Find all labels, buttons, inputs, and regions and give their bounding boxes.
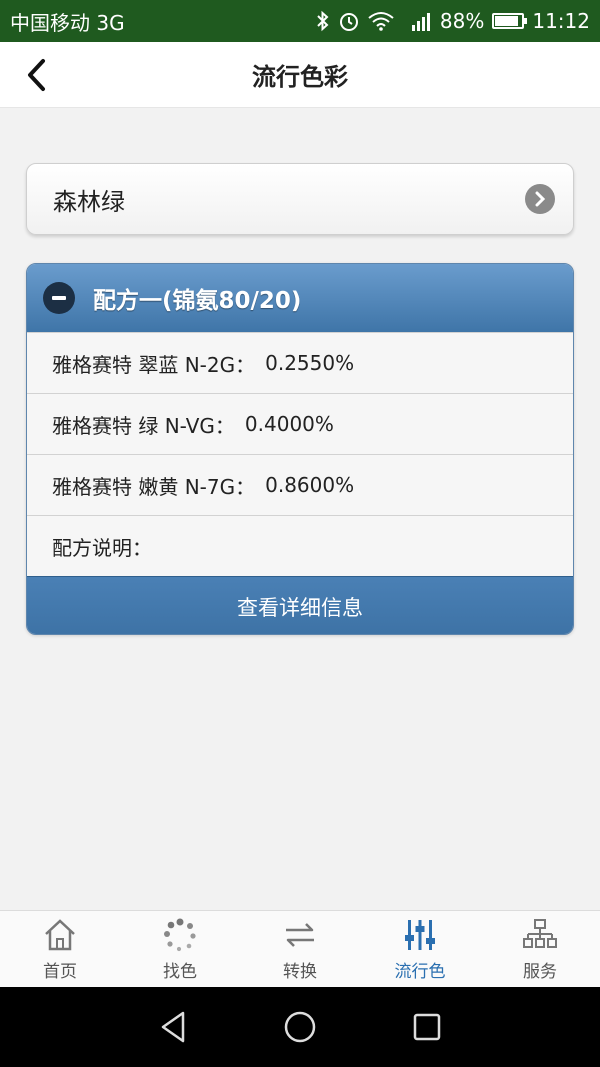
formula-card: 配方一(锦氨80/20) 雅格赛特 翠蓝 N-2G： 0.2550% 雅格赛特 … <box>26 263 574 635</box>
carrier-label: 中国移动 3G <box>10 10 125 35</box>
dye-name: 雅格赛特 翠蓝 N-2G： <box>52 352 256 377</box>
nav-bar: 流行色彩 <box>0 42 600 108</box>
tab-convert[interactable]: 转换 <box>240 911 360 987</box>
tab-trend-color[interactable]: 流行色 <box>360 911 480 987</box>
tab-label: 转换 <box>283 961 317 982</box>
dye-name: 雅格赛特 嫩黄 N-7G： <box>52 474 256 499</box>
system-nav-bar <box>0 987 600 1067</box>
dye-value: 0.8600% <box>265 473 355 497</box>
chevron-right-icon <box>525 184 555 214</box>
color-name: 森林绿 <box>53 187 125 216</box>
dye-value: 0.4000% <box>244 412 334 436</box>
tab-find-color[interactable]: 找色 <box>120 911 240 987</box>
tab-label: 服务 <box>523 961 557 982</box>
formula-item: 雅格赛特 嫩黄 N-7G： 0.8600% <box>27 454 573 515</box>
color-selector[interactable]: 森林绿 <box>26 163 574 235</box>
tab-label: 首页 <box>43 961 77 982</box>
formula-item: 雅格赛特 绿 N-VG： 0.4000% <box>27 393 573 454</box>
formula-title: 配方一(锦氨80/20) <box>93 288 302 314</box>
formula-header[interactable]: 配方一(锦氨80/20) <box>27 264 573 332</box>
status-bar: 中国移动 3G 88% 11:12 <box>0 0 600 42</box>
note-label: 配方说明： <box>52 535 152 560</box>
recents-square-icon[interactable] <box>411 1011 443 1043</box>
back-triangle-icon[interactable] <box>157 1009 189 1045</box>
chevron-left-icon <box>28 59 45 91</box>
dye-value: 0.2550% <box>265 351 355 375</box>
alarm-icon <box>338 10 360 32</box>
network-icon <box>523 918 557 948</box>
battery-icon <box>492 13 528 29</box>
back-button[interactable] <box>18 56 54 94</box>
equalizer-icon <box>405 919 435 950</box>
dots-circle-icon <box>164 918 196 951</box>
tab-service[interactable]: 服务 <box>480 911 600 987</box>
view-details-button[interactable]: 查看详细信息 <box>27 576 573 634</box>
bluetooth-icon <box>316 10 330 32</box>
tab-label: 找色 <box>163 961 197 982</box>
formula-note: 配方说明： <box>27 515 573 576</box>
signal-icon <box>402 10 432 32</box>
collapse-icon <box>43 282 75 314</box>
wifi-icon <box>368 11 394 31</box>
page-title: 流行色彩 <box>252 63 348 91</box>
tab-label: 流行色 <box>394 961 446 982</box>
tab-bar: 首页 找色 转换 流行色 服务 <box>0 910 600 987</box>
dye-name: 雅格赛特 绿 N-VG： <box>52 413 235 438</box>
clock: 11:12 <box>532 9 590 33</box>
tab-home[interactable]: 首页 <box>0 911 120 987</box>
home-circle-icon[interactable] <box>282 1009 318 1045</box>
home-icon <box>45 918 75 950</box>
formula-item: 雅格赛特 翠蓝 N-2G： 0.2550% <box>27 332 573 393</box>
battery-percent: 88% <box>439 9 485 33</box>
swap-icon <box>286 922 314 947</box>
